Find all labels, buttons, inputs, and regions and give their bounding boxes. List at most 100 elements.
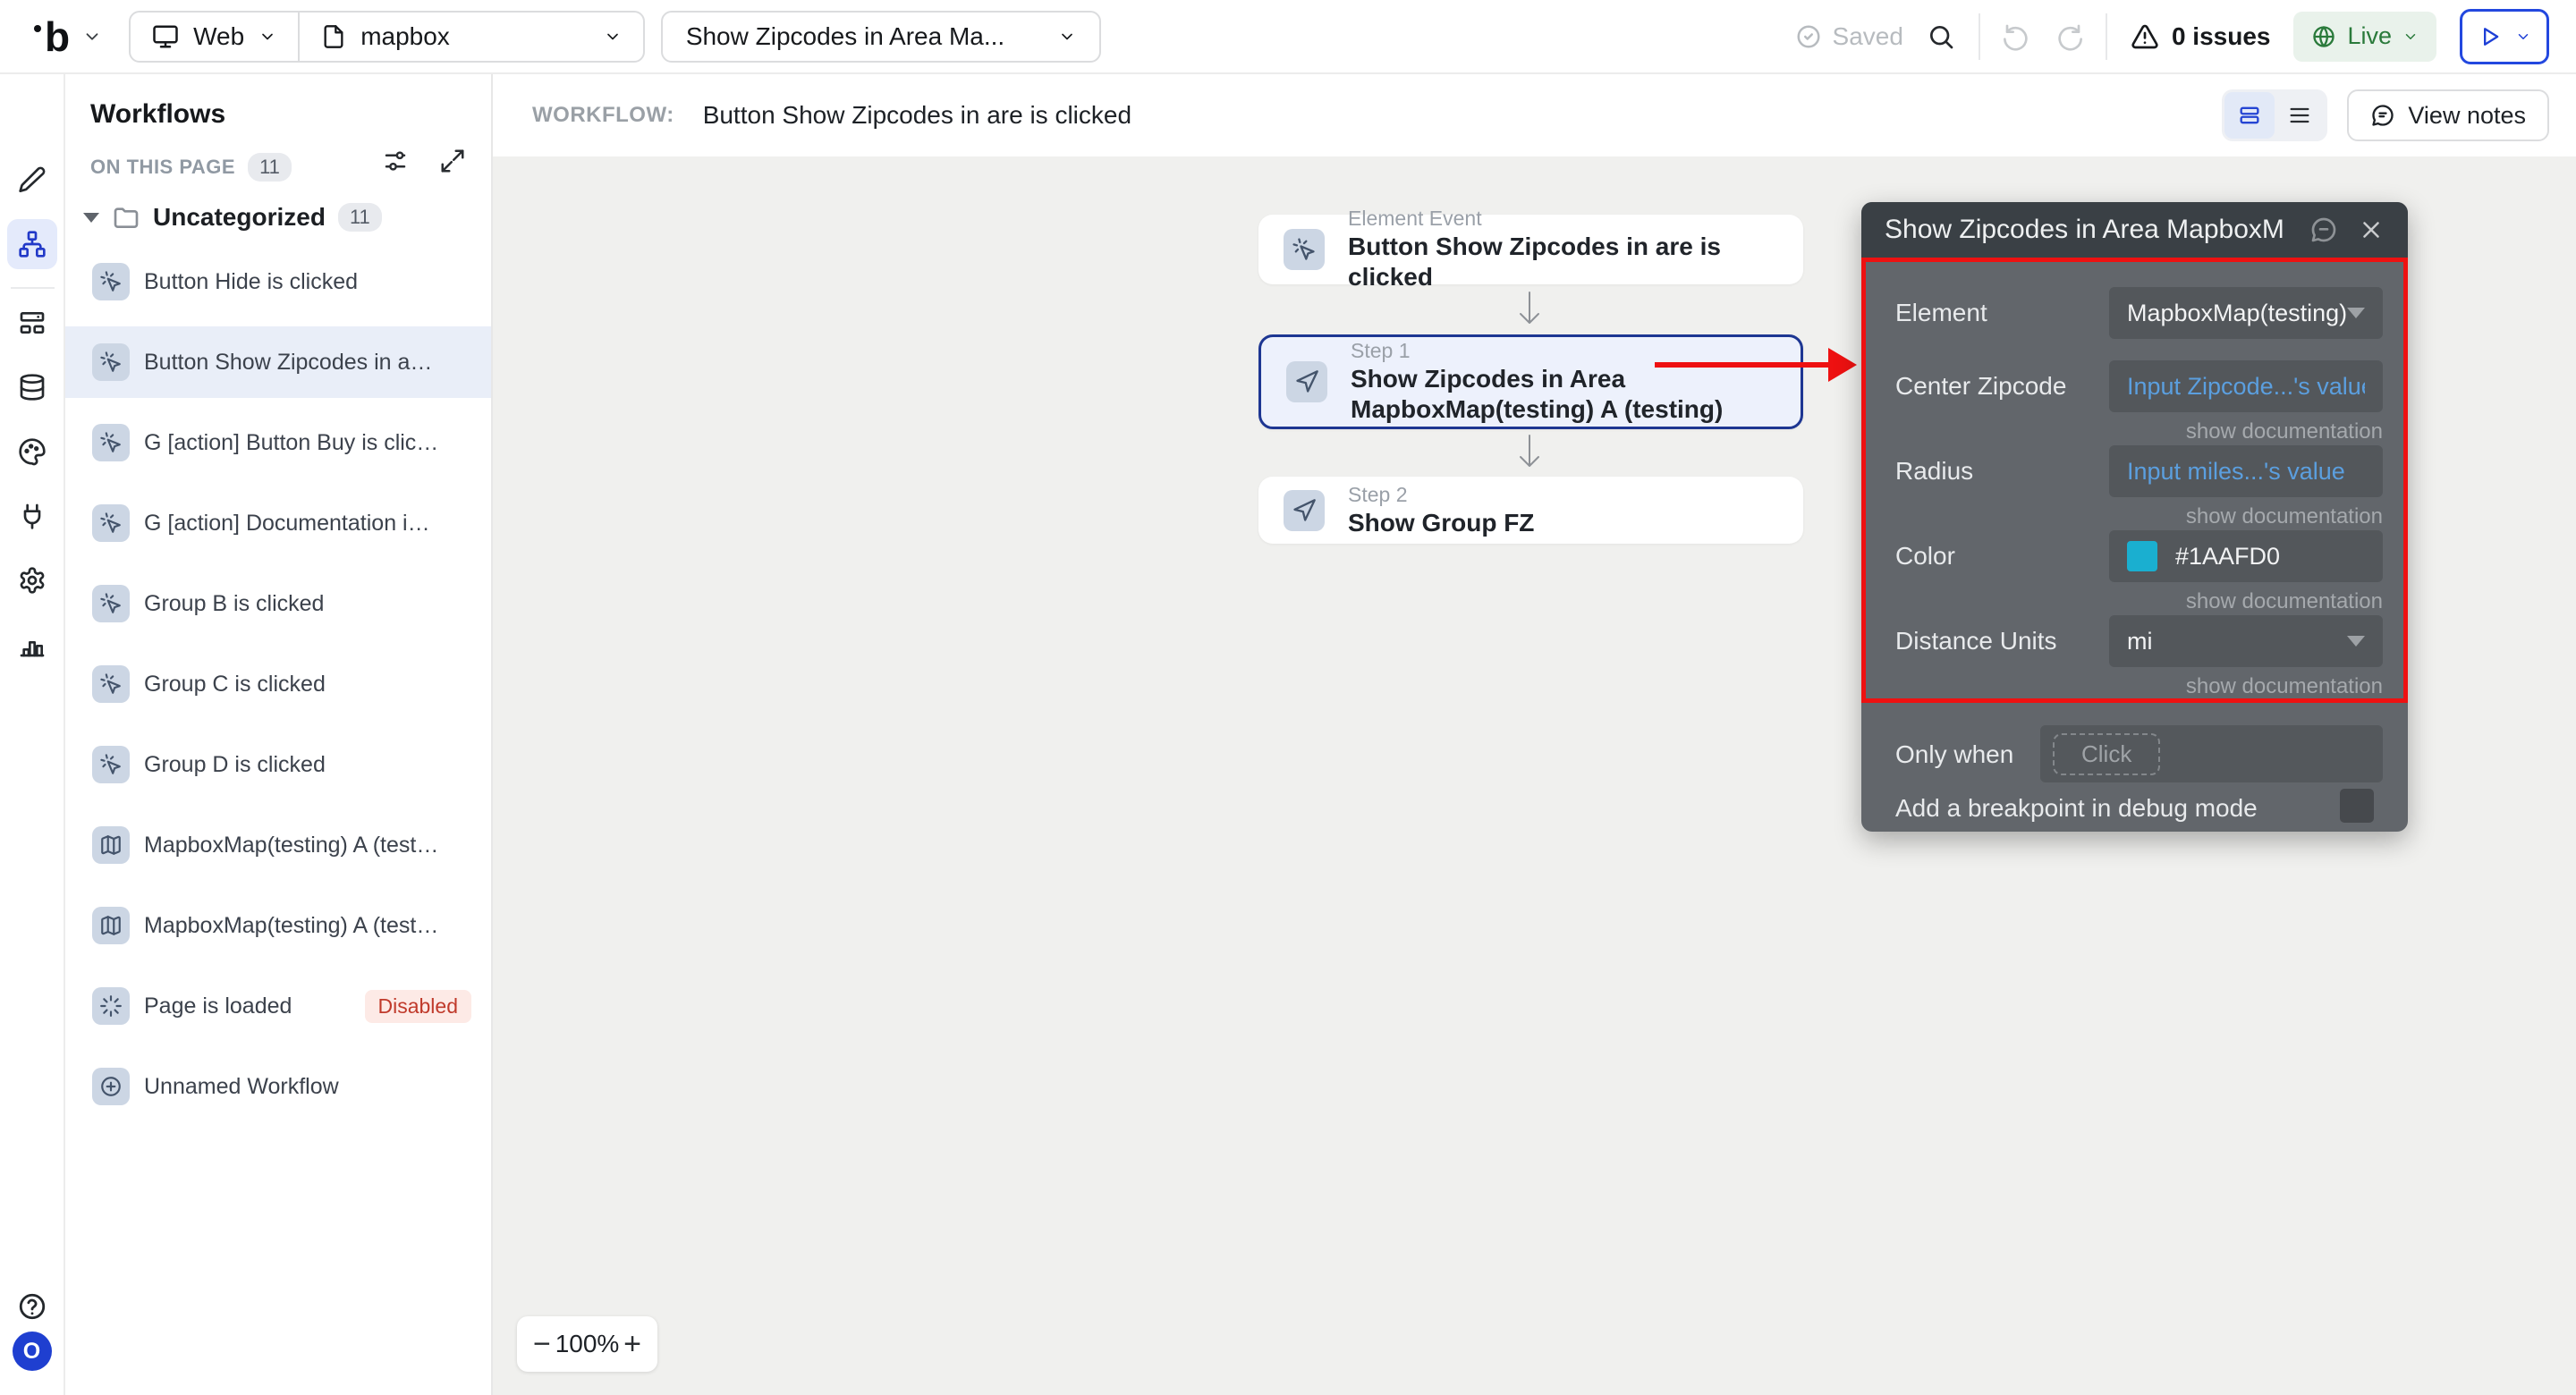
rail-item-data[interactable]	[7, 362, 57, 412]
list-view-button[interactable]	[2275, 92, 2325, 139]
disabled-badge: Disabled	[364, 989, 471, 1023]
chevron-down-icon	[1058, 28, 1076, 46]
workflow-selector-dropdown[interactable]: Show Zipcodes in Area Ma...	[660, 10, 1102, 63]
sidebar-title: Workflows	[90, 99, 226, 129]
canvas-zoom-control: − 100% +	[517, 1316, 657, 1372]
search-icon	[1927, 22, 1955, 51]
rail-item-settings[interactable]	[7, 555, 57, 605]
expand-icon[interactable]	[439, 148, 466, 174]
color-swatch	[2127, 541, 2157, 571]
show-documentation-link[interactable]: show documentation	[2186, 674, 2383, 699]
chevron-down-icon	[604, 28, 622, 46]
rail-divider	[11, 287, 55, 289]
annotation-arrow	[1655, 362, 1830, 368]
step-node[interactable]: Step 2 Show Group FZ	[1258, 477, 1803, 544]
check-circle-icon	[1795, 23, 1822, 50]
step-node-selected[interactable]: Step 1 Show Zipcodes in Area MapboxMap(t…	[1258, 334, 1803, 429]
environment-label: Live	[2347, 22, 2392, 49]
file-icon	[321, 24, 346, 49]
element-dropdown[interactable]: MapboxMap(testing) A	[2109, 287, 2383, 339]
radius-expression[interactable]: Input miles...'s value	[2109, 445, 2383, 497]
folder-count-badge: 11	[337, 203, 382, 232]
radius-label: Radius	[1895, 457, 1974, 485]
search-button[interactable]	[1927, 22, 1955, 51]
breakpoint-checkbox[interactable]	[2340, 789, 2374, 823]
note-bubble-icon[interactable]	[2309, 216, 2338, 244]
chevron-down-icon	[82, 27, 102, 46]
page-dropdown[interactable]: mapbox	[300, 13, 643, 61]
action-property-panel: Show Zipcodes in Area MapboxM Element Ma…	[1861, 202, 2408, 832]
play-icon	[2478, 24, 2503, 49]
user-avatar[interactable]: O	[12, 1332, 52, 1371]
caret-down-icon	[83, 212, 99, 223]
view-notes-label: View notes	[2408, 101, 2526, 129]
cursor-click-icon	[92, 263, 130, 300]
only-when-field[interactable]: Click	[2040, 725, 2383, 782]
color-picker-field[interactable]: #1AAFD0	[2109, 530, 2383, 582]
zoom-in-button[interactable]: +	[623, 1329, 641, 1359]
panel-header[interactable]: Show Zipcodes in Area MapboxM	[1861, 202, 2408, 258]
workflow-list-item[interactable]: Button Hide is clicked	[65, 246, 491, 317]
bubble-logo-menu[interactable]: b	[34, 16, 102, 57]
workflow-list-item[interactable]: Unnamed Workflow	[65, 1051, 491, 1122]
pencil-icon	[18, 165, 47, 194]
close-icon[interactable]	[2358, 216, 2385, 243]
globe-icon	[2311, 24, 2336, 49]
map-icon	[92, 907, 130, 944]
redo-icon[interactable]	[2054, 22, 2082, 51]
workflow-list-item[interactable]: MapboxMap(testing) A (testing) ...	[65, 809, 491, 881]
rail-item-plugins[interactable]	[7, 491, 57, 541]
undo-icon[interactable]	[2003, 22, 2032, 51]
rail-item-workflows[interactable]	[6, 219, 57, 269]
flow-arrow-down-icon	[1512, 432, 1547, 475]
zoom-level: 100%	[555, 1330, 620, 1357]
issues-indicator[interactable]: 0 issues	[2131, 22, 2270, 51]
show-documentation-link[interactable]: show documentation	[2186, 504, 2383, 529]
rail-item-styles[interactable]	[7, 427, 57, 477]
rail-item-design[interactable]	[7, 155, 57, 205]
cursor-click-icon	[92, 424, 130, 461]
platform-dropdown[interactable]: Web	[131, 13, 298, 61]
zoom-out-button[interactable]: −	[533, 1329, 551, 1359]
platform-page-selector: Web mapbox	[129, 10, 645, 63]
event-node[interactable]: Element Event Button Show Zipcodes in ar…	[1258, 207, 1803, 291]
panel-title: Show Zipcodes in Area MapboxM	[1885, 215, 2284, 244]
workflow-list-item[interactable]: Group C is clicked	[65, 648, 491, 720]
cursor-click-icon	[92, 746, 130, 783]
help-circle-icon	[17, 1291, 47, 1322]
show-documentation-link[interactable]: show documentation	[2186, 419, 2383, 444]
card-view-button[interactable]	[2224, 92, 2275, 139]
view-notes-button[interactable]: View notes	[2347, 89, 2549, 141]
workflow-list-item[interactable]: Group B is clicked	[65, 568, 491, 639]
page-load-spinner-icon	[92, 987, 130, 1025]
main-area: WORKFLOW: Button Show Zipcodes in are is…	[493, 74, 2576, 1395]
rail-item-components[interactable]	[7, 298, 57, 348]
node-kind-label: Element Event	[1348, 207, 1482, 231]
workflow-list-item[interactable]: MapboxMap(testing) A (testing) ...	[65, 890, 491, 961]
workflow-list-item[interactable]: G [action] Button Buy is clicked	[65, 407, 491, 478]
filter-sliders-icon[interactable]	[382, 148, 409, 174]
center-zipcode-expression[interactable]: Input Zipcode...'s value	[2109, 360, 2383, 412]
element-label: Element	[1895, 299, 1987, 326]
distance-units-dropdown[interactable]: mi	[2109, 615, 2383, 667]
workflow-canvas[interactable]: Element Event Button Show Zipcodes in ar…	[493, 156, 2576, 1395]
annotation-arrow-head	[1828, 348, 1857, 382]
workflow-list-item-selected[interactable]: Button Show Zipcodes in are is cl...	[65, 326, 491, 398]
folder-uncategorized[interactable]: Uncategorized 11	[83, 203, 382, 232]
on-this-page-section: ON THIS PAGE 11	[90, 153, 292, 182]
rail-item-logs[interactable]	[7, 620, 57, 670]
cursor-click-icon	[1284, 229, 1325, 270]
workflow-list-item[interactable]: G [action] Documentation is click...	[65, 487, 491, 559]
gear-icon	[18, 566, 47, 595]
node-title: Show Group FZ	[1348, 508, 1535, 537]
show-documentation-link[interactable]: show documentation	[2186, 589, 2383, 614]
palette-icon	[18, 437, 47, 466]
preview-button[interactable]	[2460, 8, 2549, 64]
rail-item-help[interactable]	[7, 1281, 57, 1332]
workflow-list-item[interactable]: Group D is clicked	[65, 729, 491, 800]
environment-dropdown[interactable]: Live	[2293, 11, 2436, 62]
workflow-list-item[interactable]: Page is loaded Disabled	[65, 970, 491, 1042]
page-label: mapbox	[360, 21, 450, 50]
saved-status: Saved	[1795, 22, 1903, 51]
saved-label: Saved	[1832, 21, 1903, 50]
